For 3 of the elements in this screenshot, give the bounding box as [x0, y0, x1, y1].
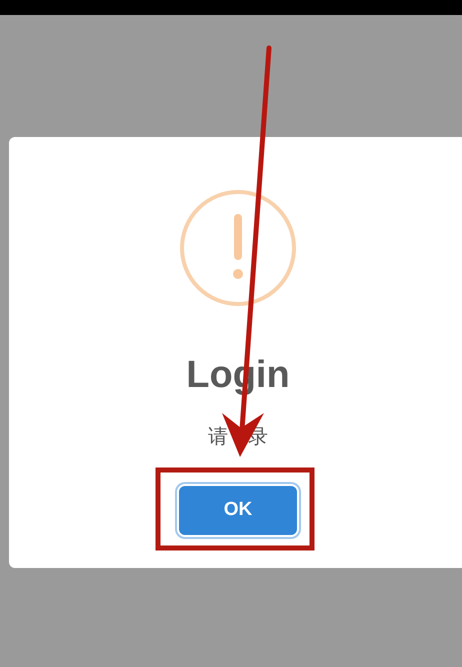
dialog-message: 请 [208, 423, 228, 450]
ok-button[interactable]: OK [179, 486, 297, 535]
warning-icon [180, 190, 296, 306]
